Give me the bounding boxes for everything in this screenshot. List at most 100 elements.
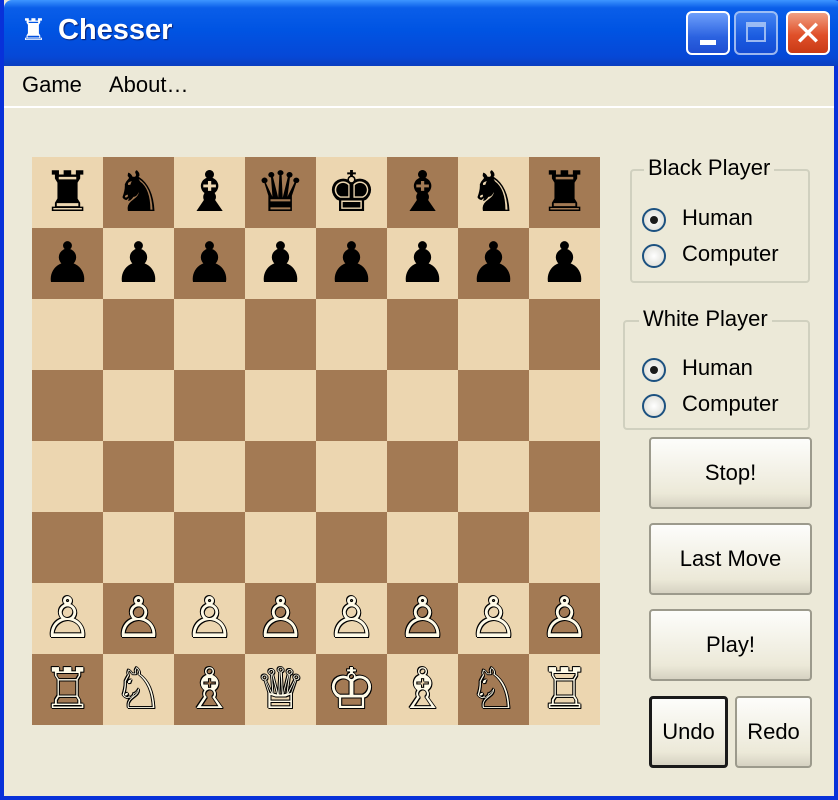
square-g6[interactable] — [458, 299, 529, 370]
menu-game[interactable]: Game — [22, 72, 82, 98]
square-g3[interactable] — [458, 512, 529, 583]
square-b5[interactable] — [103, 370, 174, 441]
square-c6[interactable] — [174, 299, 245, 370]
redo-button[interactable]: Redo — [735, 696, 812, 768]
square-f3[interactable] — [387, 512, 458, 583]
square-f7[interactable]: ♟ — [387, 228, 458, 299]
square-h5[interactable] — [529, 370, 600, 441]
square-c2[interactable]: ♙ — [174, 583, 245, 654]
square-b3[interactable] — [103, 512, 174, 583]
square-a2[interactable]: ♙ — [32, 583, 103, 654]
square-e8[interactable]: ♚ — [316, 157, 387, 228]
square-c3[interactable] — [174, 512, 245, 583]
square-a7[interactable]: ♟ — [32, 228, 103, 299]
black-pawn-icon[interactable]: ♟ — [103, 228, 174, 299]
white-rook-icon[interactable]: ♖ — [32, 654, 103, 725]
square-e4[interactable] — [316, 441, 387, 512]
minimize-button[interactable] — [686, 11, 730, 55]
square-d6[interactable] — [245, 299, 316, 370]
square-e5[interactable] — [316, 370, 387, 441]
square-h4[interactable] — [529, 441, 600, 512]
square-f2[interactable]: ♙ — [387, 583, 458, 654]
square-a4[interactable] — [32, 441, 103, 512]
radio-button[interactable] — [642, 244, 666, 268]
white-pawn-icon[interactable]: ♙ — [529, 583, 600, 654]
black-bishop-icon[interactable]: ♝ — [174, 157, 245, 228]
white-king-icon[interactable]: ♔ — [316, 654, 387, 725]
square-b1[interactable]: ♘ — [103, 654, 174, 725]
square-f5[interactable] — [387, 370, 458, 441]
black-pawn-icon[interactable]: ♟ — [529, 228, 600, 299]
title-bar[interactable]: ♜ Chesser ✕ — [4, 0, 838, 66]
square-a6[interactable] — [32, 299, 103, 370]
square-h3[interactable] — [529, 512, 600, 583]
square-d5[interactable] — [245, 370, 316, 441]
square-g2[interactable]: ♙ — [458, 583, 529, 654]
white-bishop-icon[interactable]: ♗ — [174, 654, 245, 725]
white-pawn-icon[interactable]: ♙ — [387, 583, 458, 654]
black-pawn-icon[interactable]: ♟ — [387, 228, 458, 299]
white-rook-icon[interactable]: ♖ — [529, 654, 600, 725]
square-e7[interactable]: ♟ — [316, 228, 387, 299]
white-pawn-icon[interactable]: ♙ — [245, 583, 316, 654]
square-e6[interactable] — [316, 299, 387, 370]
black-knight-icon[interactable]: ♞ — [458, 157, 529, 228]
square-d4[interactable] — [245, 441, 316, 512]
square-b7[interactable]: ♟ — [103, 228, 174, 299]
square-a1[interactable]: ♖ — [32, 654, 103, 725]
square-d7[interactable]: ♟ — [245, 228, 316, 299]
square-g7[interactable]: ♟ — [458, 228, 529, 299]
square-e2[interactable]: ♙ — [316, 583, 387, 654]
square-c7[interactable]: ♟ — [174, 228, 245, 299]
square-g8[interactable]: ♞ — [458, 157, 529, 228]
square-f8[interactable]: ♝ — [387, 157, 458, 228]
square-d2[interactable]: ♙ — [245, 583, 316, 654]
square-b6[interactable] — [103, 299, 174, 370]
square-f4[interactable] — [387, 441, 458, 512]
black-pawn-icon[interactable]: ♟ — [32, 228, 103, 299]
white-knight-icon[interactable]: ♘ — [458, 654, 529, 725]
square-g1[interactable]: ♘ — [458, 654, 529, 725]
square-g4[interactable] — [458, 441, 529, 512]
square-d3[interactable] — [245, 512, 316, 583]
square-c8[interactable]: ♝ — [174, 157, 245, 228]
black-knight-icon[interactable]: ♞ — [103, 157, 174, 228]
square-e1[interactable]: ♔ — [316, 654, 387, 725]
square-b8[interactable]: ♞ — [103, 157, 174, 228]
menu-about[interactable]: About… — [109, 72, 189, 98]
stop-button[interactable]: Stop! — [649, 437, 812, 509]
black-bishop-icon[interactable]: ♝ — [387, 157, 458, 228]
square-c5[interactable] — [174, 370, 245, 441]
white-pawn-icon[interactable]: ♙ — [174, 583, 245, 654]
radio-button[interactable] — [642, 208, 666, 232]
square-f1[interactable]: ♗ — [387, 654, 458, 725]
square-h2[interactable]: ♙ — [529, 583, 600, 654]
square-e3[interactable] — [316, 512, 387, 583]
square-h1[interactable]: ♖ — [529, 654, 600, 725]
white-pawn-icon[interactable]: ♙ — [103, 583, 174, 654]
black-pawn-icon[interactable]: ♟ — [245, 228, 316, 299]
square-d8[interactable]: ♛ — [245, 157, 316, 228]
maximize-button[interactable] — [734, 11, 778, 55]
play-button[interactable]: Play! — [649, 609, 812, 681]
square-a8[interactable]: ♜ — [32, 157, 103, 228]
black-king-icon[interactable]: ♚ — [316, 157, 387, 228]
square-a5[interactable] — [32, 370, 103, 441]
square-c4[interactable] — [174, 441, 245, 512]
black-pawn-icon[interactable]: ♟ — [174, 228, 245, 299]
square-h6[interactable] — [529, 299, 600, 370]
white-queen-icon[interactable]: ♕ — [245, 654, 316, 725]
white-knight-icon[interactable]: ♘ — [103, 654, 174, 725]
black-pawn-icon[interactable]: ♟ — [458, 228, 529, 299]
black-pawn-icon[interactable]: ♟ — [316, 228, 387, 299]
black-queen-icon[interactable]: ♛ — [245, 157, 316, 228]
black-rook-icon[interactable]: ♜ — [32, 157, 103, 228]
white-pawn-icon[interactable]: ♙ — [316, 583, 387, 654]
square-g5[interactable] — [458, 370, 529, 441]
square-d1[interactable]: ♕ — [245, 654, 316, 725]
square-h7[interactable]: ♟ — [529, 228, 600, 299]
square-f6[interactable] — [387, 299, 458, 370]
square-a3[interactable] — [32, 512, 103, 583]
white-pawn-icon[interactable]: ♙ — [32, 583, 103, 654]
black-rook-icon[interactable]: ♜ — [529, 157, 600, 228]
